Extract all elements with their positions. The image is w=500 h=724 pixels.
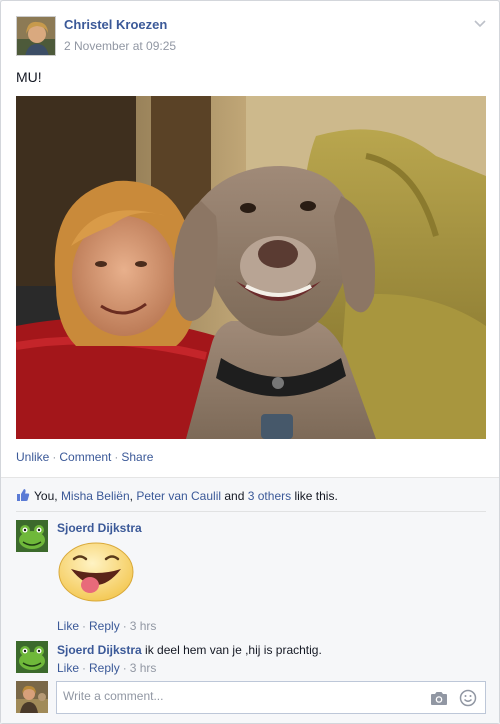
comment-time[interactable]: 3 hrs (130, 661, 157, 675)
current-user-avatar (16, 681, 48, 713)
post-photo[interactable] (16, 96, 486, 439)
comment-link[interactable]: Comment (59, 450, 111, 464)
camera-icon[interactable] (430, 690, 448, 706)
author-avatar[interactable] (16, 16, 56, 56)
comment-input[interactable] (63, 689, 413, 703)
post-text: MU! (16, 69, 42, 85)
likes-and: and (224, 489, 245, 503)
liker-link[interactable]: Peter van Caulil (136, 489, 221, 503)
unlike-link[interactable]: Unlike (16, 450, 49, 464)
feedback-section: You, Misha Beliën, Peter van Caulil and … (1, 477, 499, 723)
divider (16, 511, 486, 512)
share-link[interactable]: Share (121, 450, 153, 464)
comment-like-link[interactable]: Like (57, 619, 79, 633)
post-actions: Unlike · Comment · Share (16, 450, 154, 464)
comment-text: ik deel hem van je ,hij is prachtig. (145, 643, 322, 657)
likes-suffix: like this. (294, 489, 338, 503)
commenter-avatar[interactable] (16, 520, 48, 552)
smiley-icon[interactable] (459, 689, 477, 707)
comment-body: Sjoerd Dijkstra ik deel hem van je ,hij … (57, 643, 322, 657)
comment-meta: Like · Reply · 3 hrs (57, 619, 157, 633)
comment-reply-link[interactable]: Reply (89, 619, 120, 633)
thumbs-up-icon (17, 489, 30, 501)
comment-time[interactable]: 3 hrs (130, 619, 157, 633)
comment-composer[interactable] (56, 681, 486, 714)
liker-link[interactable]: Misha Beliën (61, 489, 130, 503)
author-name[interactable]: Christel Kroezen (64, 17, 167, 32)
post-card: Christel Kroezen 2 November at 09:25 MU! (0, 0, 500, 724)
likes-you: You, (34, 489, 58, 503)
laughing-sticker (58, 542, 134, 602)
likes-others-link[interactable]: 3 others (248, 489, 291, 503)
comment-reply-link[interactable]: Reply (89, 661, 120, 675)
chevron-down-icon[interactable] (473, 17, 487, 31)
comment-author[interactable]: Sjoerd Dijkstra (57, 521, 142, 535)
commenter-avatar[interactable] (16, 641, 48, 673)
post-timestamp[interactable]: 2 November at 09:25 (64, 39, 176, 53)
likes-summary: You, Misha Beliën, Peter van Caulil and … (16, 488, 338, 503)
comment-author[interactable]: Sjoerd Dijkstra (57, 643, 142, 657)
comment-meta: Like · Reply · 3 hrs (57, 661, 157, 675)
comment-like-link[interactable]: Like (57, 661, 79, 675)
